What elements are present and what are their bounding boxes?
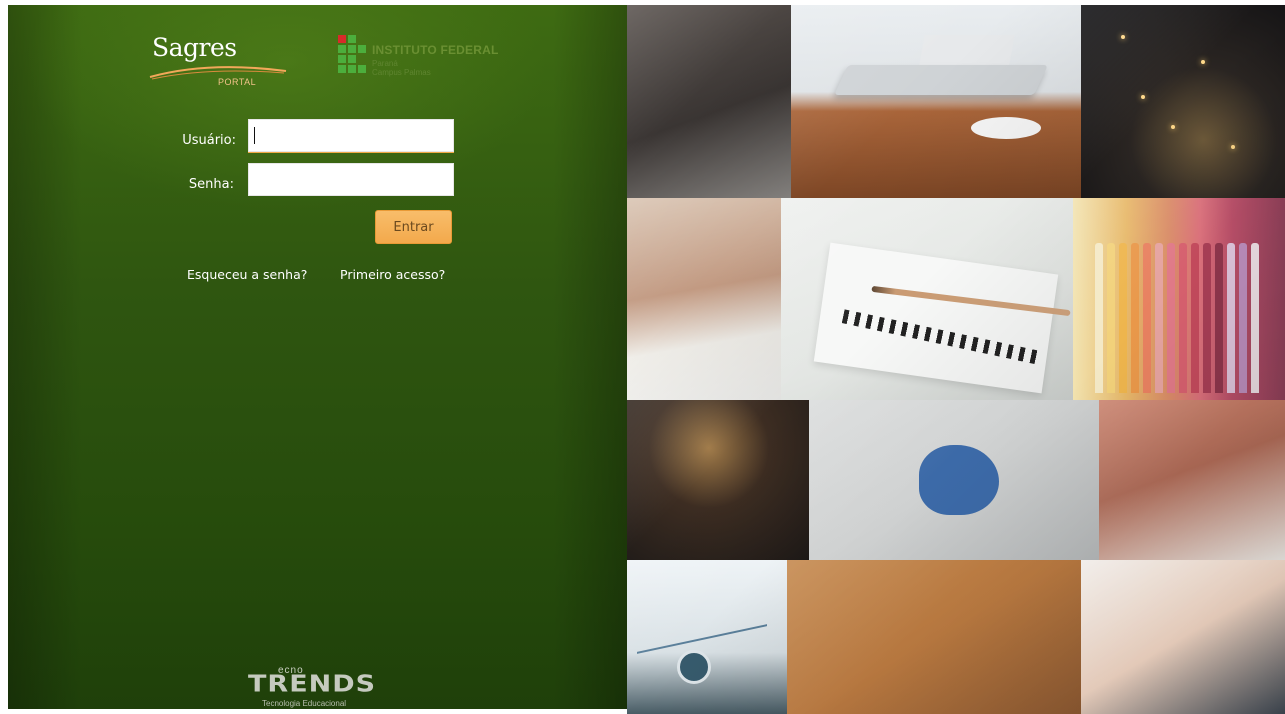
instituto-federal-campus: Campus Palmas <box>372 68 431 77</box>
city-light-icon <box>1121 35 1125 39</box>
first-access-link[interactable]: Primeiro acesso? <box>340 267 445 282</box>
photo-typing-candle <box>627 400 809 560</box>
globe-icon <box>677 650 711 684</box>
crayon-icon <box>1107 243 1115 393</box>
photo-workspace <box>627 5 791 198</box>
photo-desk-phone <box>787 560 1081 714</box>
senha-input[interactable] <box>248 163 454 196</box>
tecnotrends-tagline: Tecnologia Educacional <box>262 699 347 708</box>
forgot-password-link[interactable]: Esqueceu a senha? <box>187 267 307 282</box>
mouse-icon <box>971 117 1041 139</box>
senha-label: Senha: <box>188 177 234 192</box>
crayon-icon <box>1203 243 1211 393</box>
crayon-icon <box>1119 243 1127 393</box>
photo-collage <box>627 5 1285 714</box>
photo-city-night <box>1081 5 1285 198</box>
instituto-federal-grid-icon <box>338 35 366 73</box>
crayon-icon <box>1155 243 1163 393</box>
photo-laptop-glasses <box>791 5 1081 198</box>
photo-chart-screen <box>627 560 787 714</box>
crayon-icon <box>1167 243 1175 393</box>
photo-notebook-pencil <box>781 198 1073 400</box>
sagres-portal-text: PORTAL <box>218 77 257 87</box>
city-light-icon <box>1231 145 1235 149</box>
crayon-icon <box>1215 243 1223 393</box>
tecnotrends-logo-big-text: TRENDS <box>248 671 377 698</box>
crayon-icon <box>1239 243 1247 393</box>
photo-tablet-hand <box>1099 400 1285 560</box>
photo-colored-pencils <box>1073 198 1285 400</box>
instituto-federal-logo: INSTITUTO FEDERAL Paraná Campus Palmas <box>338 35 538 83</box>
city-light-icon <box>1171 125 1175 129</box>
entrar-button[interactable]: Entrar <box>375 210 452 244</box>
laptop-base-shape <box>834 65 1048 95</box>
usuario-label: Usuário: <box>182 133 236 148</box>
photo-paper-lightbulb <box>809 400 1099 560</box>
text-cursor <box>254 127 255 144</box>
sagres-portal-logo: Sagres PORTAL <box>148 27 288 93</box>
crayon-icon <box>1179 243 1187 393</box>
tecnotrends-logo: ecno TRENDS Tecnologia Educacional <box>248 665 378 709</box>
pencil-icon <box>871 285 1071 317</box>
line-chart-icon <box>637 586 767 654</box>
instituto-federal-title: INSTITUTO FEDERAL <box>372 43 499 57</box>
crumpled-paper-icon <box>919 445 999 515</box>
notebook-icon <box>813 242 1059 394</box>
laptop-icon <box>917 35 1015 75</box>
crayon-icon <box>1095 243 1103 393</box>
city-light-icon <box>1141 95 1145 99</box>
login-panel: Sagres PORTAL INSTITUTO FEDERAL Paraná C… <box>8 5 627 709</box>
usuario-input[interactable] <box>248 119 454 152</box>
photo-books <box>627 198 781 400</box>
crayon-icon <box>1191 243 1199 393</box>
crayon-icon <box>1131 243 1139 393</box>
spiral-binding-icon <box>841 309 1041 365</box>
crayon-icon <box>1143 243 1151 393</box>
crayon-icon <box>1251 243 1259 393</box>
crayon-icon <box>1227 243 1235 393</box>
photo-drawing-tablet <box>1081 560 1285 714</box>
instituto-federal-state: Paraná <box>372 59 398 68</box>
sagres-logo-text: Sagres <box>152 33 237 62</box>
city-light-icon <box>1201 60 1205 64</box>
